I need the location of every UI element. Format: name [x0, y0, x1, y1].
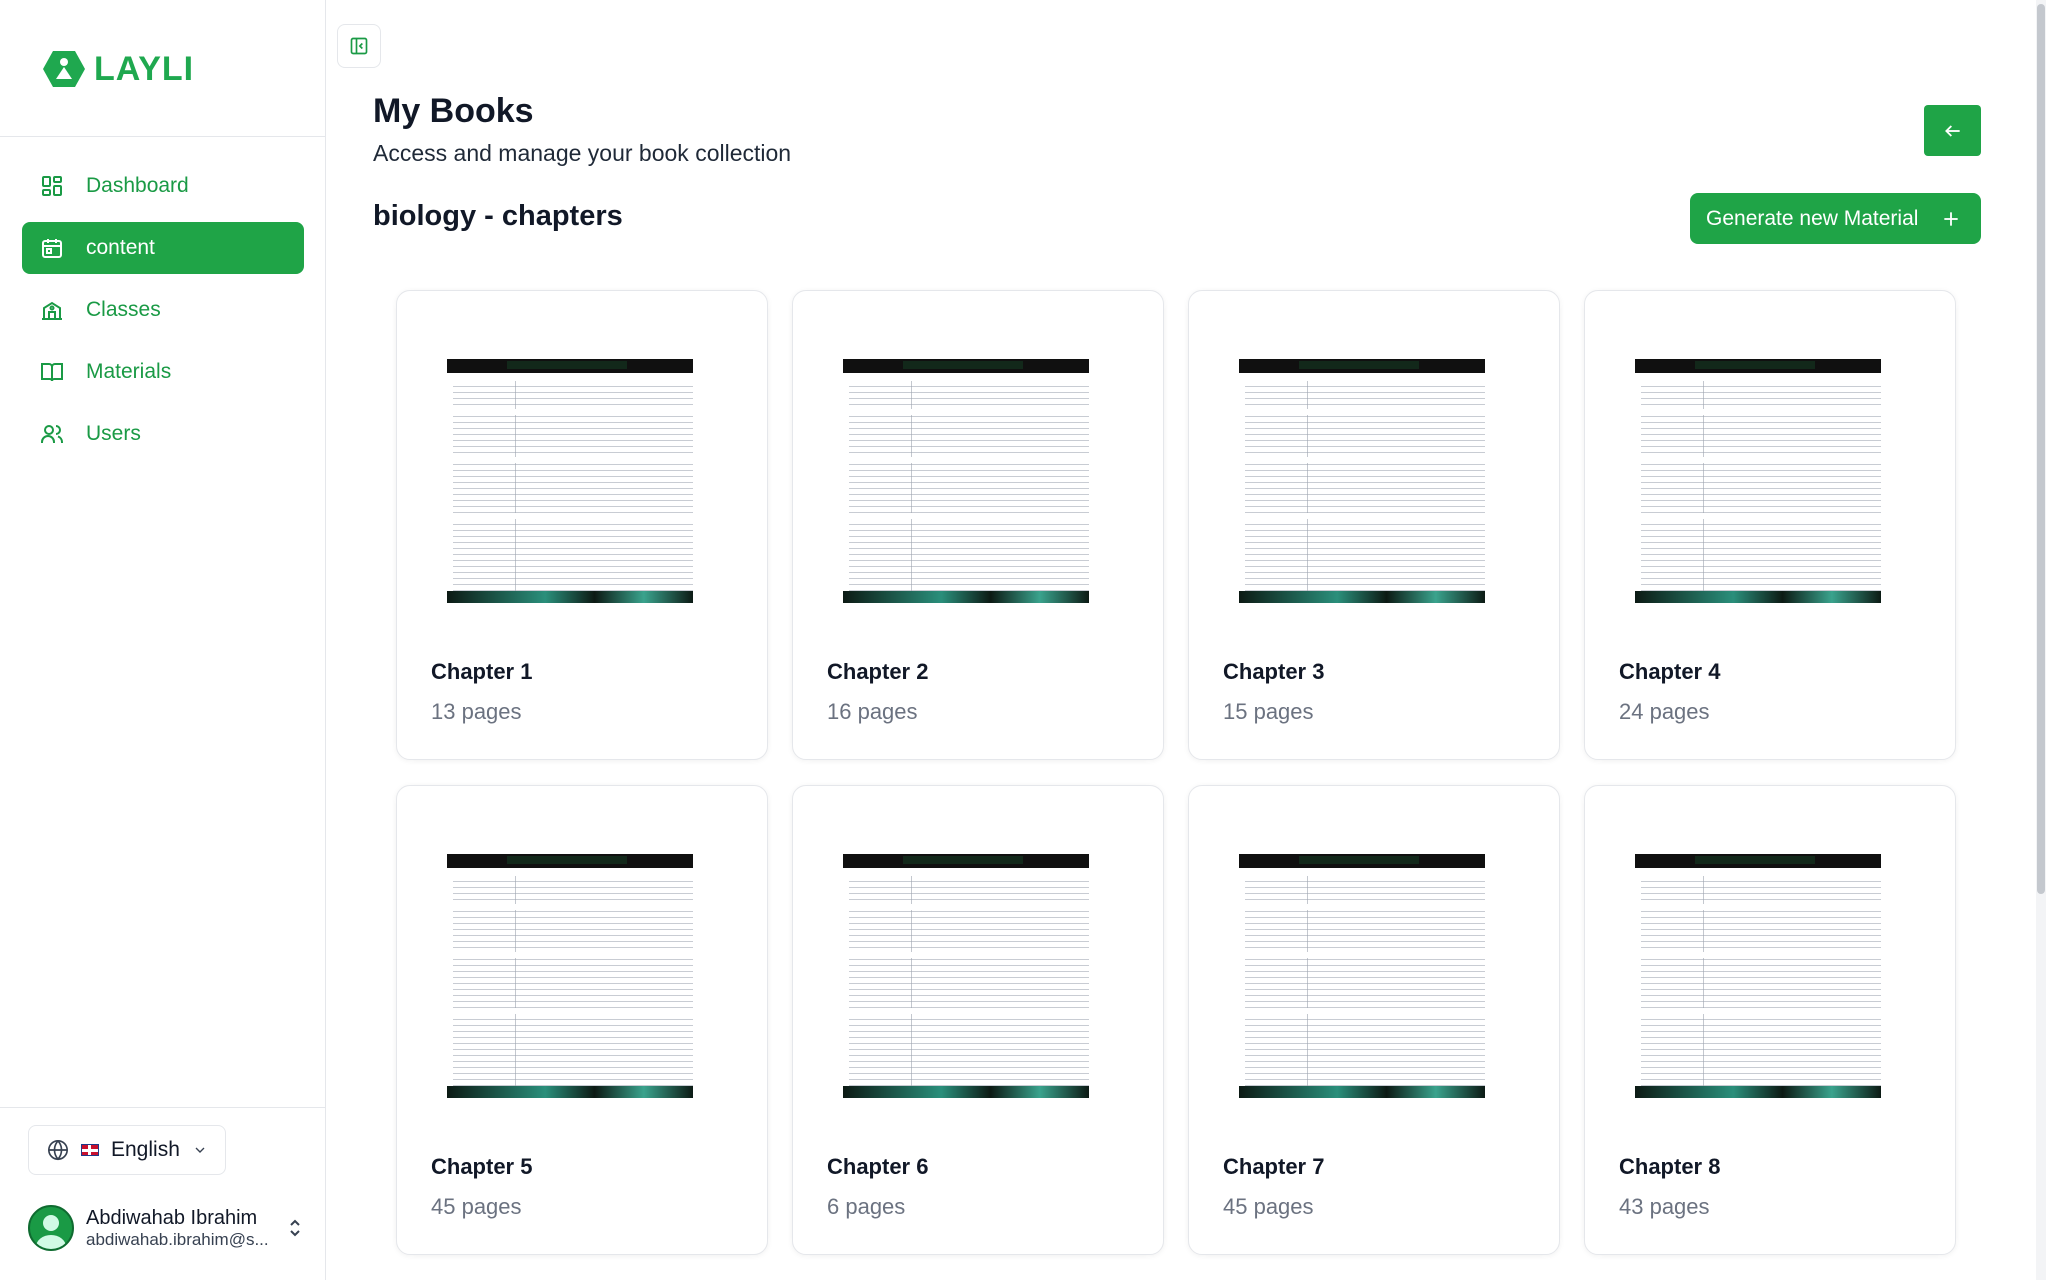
chevrons-up-down-icon [290, 1219, 300, 1237]
book-pages: 15 pages [1223, 699, 1314, 724]
users-icon [41, 425, 63, 443]
book-thumbnail [1621, 347, 1901, 607]
book-title: Chapter 5 [431, 1154, 533, 1179]
book-thumbnail [829, 347, 1109, 607]
book-thumbnail [1225, 347, 1505, 607]
book-thumbnail [1225, 842, 1505, 1102]
sidebar-toggle-button[interactable] [337, 24, 381, 68]
book-pages: 45 pages [431, 1194, 522, 1219]
book-icon [41, 363, 63, 382]
sidebar: LAYLI Dashboard content Classes Material… [0, 0, 326, 1280]
sidebar-nav: Dashboard content Classes Materials User… [22, 160, 304, 470]
sidebar-item-label: content [86, 236, 155, 259]
dashboard-icon [42, 176, 62, 196]
panel-left-icon [350, 37, 368, 55]
book-card[interactable]: Chapter 2 16 pages [792, 290, 1164, 760]
logo-icon [43, 51, 85, 87]
user-email: abdiwahab.ibrahim@s... [86, 1229, 269, 1249]
user-menu[interactable]: Abdiwahab Ibrahim abdiwahab.ibrahim@s... [28, 1200, 308, 1256]
user-info: Abdiwahab Ibrahim abdiwahab.ibrahim@s... [86, 1207, 276, 1250]
chevron-down-icon [195, 1147, 205, 1153]
book-thumbnail [433, 842, 713, 1102]
sidebar-item-materials[interactable]: Materials [22, 346, 304, 398]
sidebar-item-label: Classes [86, 298, 161, 321]
globe-icon [48, 1140, 68, 1161]
sidebar-item-label: Materials [86, 360, 172, 383]
book-title: Chapter 1 [431, 659, 533, 684]
sidebar-divider [0, 1107, 326, 1108]
sidebar-item-content[interactable]: content [22, 222, 304, 274]
plus-icon [1944, 211, 1958, 226]
arrow-left-icon [1944, 124, 1960, 137]
user-name: Abdiwahab Ibrahim [86, 1206, 258, 1229]
book-thumbnail [829, 842, 1109, 1102]
book-thumbnail [1621, 842, 1901, 1102]
book-card[interactable]: Chapter 7 45 pages [1188, 785, 1560, 1255]
book-title: Chapter 7 [1223, 1154, 1325, 1179]
book-title: Chapter 8 [1619, 1154, 1721, 1179]
uk-flag-icon [81, 1144, 99, 1156]
avatar [28, 1205, 74, 1251]
book-card[interactable]: Chapter 3 15 pages [1188, 290, 1560, 760]
book-pages: 6 pages [827, 1194, 906, 1219]
book-thumbnail [433, 347, 713, 607]
sidebar-item-label: Dashboard [86, 174, 189, 197]
generate-material-label: Generate new Material [1706, 206, 1919, 230]
sidebar-item-classes[interactable]: Classes [22, 284, 304, 336]
sidebar-item-users[interactable]: Users [22, 408, 304, 460]
sidebar-divider [0, 136, 326, 137]
language-label: English [111, 1138, 180, 1161]
sidebar-item-label: Users [86, 422, 141, 445]
book-card[interactable]: Chapter 4 24 pages [1584, 290, 1956, 760]
page-subtitle: Access and manage your book collection [373, 140, 792, 166]
calendar-icon [42, 239, 62, 258]
logo[interactable]: LAYLI [42, 44, 194, 94]
logo-text: LAYLI [94, 49, 195, 88]
book-pages: 16 pages [827, 699, 918, 724]
language-selector[interactable]: English [28, 1125, 226, 1175]
book-card[interactable]: Chapter 6 6 pages [792, 785, 1164, 1255]
book-pages: 45 pages [1223, 1194, 1314, 1219]
back-button[interactable] [1924, 105, 1981, 156]
school-icon [42, 301, 62, 320]
scrollbar-thumb[interactable] [2037, 4, 2045, 894]
sidebar-item-dashboard[interactable]: Dashboard [22, 160, 304, 212]
book-title: Chapter 2 [827, 659, 929, 684]
book-pages: 43 pages [1619, 1194, 1710, 1219]
book-title: Chapter 3 [1223, 659, 1325, 684]
book-title: Chapter 4 [1619, 659, 1721, 684]
book-card[interactable]: Chapter 5 45 pages [396, 785, 768, 1255]
book-pages: 24 pages [1619, 699, 1710, 724]
book-pages: 13 pages [431, 699, 522, 724]
generate-material-button[interactable]: Generate new Material [1690, 193, 1981, 244]
section-title: biology - chapters [373, 200, 623, 232]
book-title: Chapter 6 [827, 1154, 929, 1179]
book-card[interactable]: Chapter 8 43 pages [1584, 785, 1956, 1255]
page-title: My Books [373, 92, 534, 130]
book-card[interactable]: Chapter 1 13 pages [396, 290, 768, 760]
